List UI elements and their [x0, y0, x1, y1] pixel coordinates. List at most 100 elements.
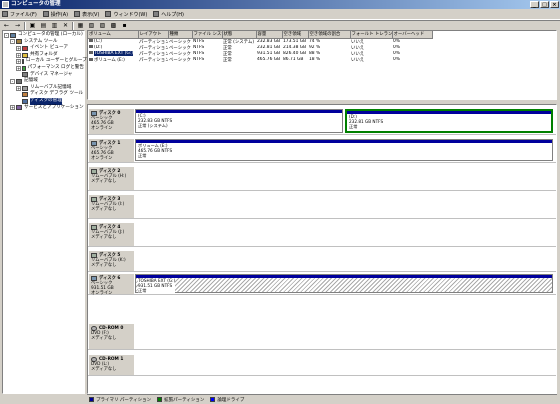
volume-cell-text: いいえ	[351, 51, 365, 57]
disk-info[interactable]: CD-ROM 0 DVD (F:) メディアなし	[89, 324, 134, 349]
volume-cell-text: 0%	[393, 45, 400, 50]
partition-block[interactable]: TOSHIBA EXT (G:) 931.51 GB NTFS 正常	[135, 274, 553, 294]
volume-cell-text: いいえ	[351, 57, 365, 63]
tree-node-7[interactable]: - 記憶域	[3, 78, 84, 85]
menu-item-label: ヘルプ(H)	[161, 11, 184, 18]
legend-label: 拡張パーティション	[164, 397, 205, 403]
tree-node-label: ディスクの管理	[30, 97, 62, 105]
toolbar-button-0[interactable]: ←	[2, 22, 11, 30]
close-button[interactable]: ×	[550, 1, 559, 8]
volume-cell-text: パーティション	[139, 57, 168, 63]
expand-toggle[interactable]: -	[10, 78, 15, 84]
legend-item: 論理ドライブ	[210, 397, 244, 403]
volume-cell: 正常 (システム)	[222, 38, 256, 45]
partition-block[interactable]: (D:) 232.81 GB NTFS 正常	[345, 109, 553, 133]
toolbar-button-1[interactable]: →	[13, 22, 22, 30]
disk-info[interactable]: CD-ROM 1 DVD (L:) メディアなし	[89, 355, 134, 375]
users-icon	[22, 59, 24, 65]
column-header[interactable]: 容量	[256, 31, 283, 39]
toolbar-button-5[interactable]: ✕	[61, 22, 70, 30]
volume-cell: ベーシック	[168, 38, 192, 45]
expand-toggle[interactable]: -	[10, 39, 15, 45]
volume-cell: いいえ	[350, 57, 392, 63]
disk-status: メディアなし	[91, 336, 117, 341]
disk-info[interactable]: ディスク 5 リムーバブル (K:) メディアなし	[89, 251, 134, 271]
partition-text: (D:) 232.81 GB NTFS 正常	[349, 114, 549, 129]
disk-info[interactable]: ディスク 0 ベーシック 465.76 GB オンライン	[89, 109, 134, 134]
column-header[interactable]: 空き領域の割合	[308, 31, 351, 39]
column-header[interactable]: 種類	[168, 31, 193, 39]
console-tree[interactable]: - コンピュータの管理 (ローカル) - システム ツール + イベント ビューア + 共有フ…	[2, 30, 87, 394]
disk-info[interactable]: ディスク 3 リムーバブル (I:) メディアなし	[89, 195, 134, 218]
volume-cell-text: 正常	[223, 51, 232, 57]
tree-node-4[interactable]: + ローカル ユーザーとグループ	[3, 58, 87, 65]
legend-item: 拡張パーティション	[157, 397, 204, 403]
tree-node-10[interactable]: ディスクの管理	[3, 97, 84, 105]
expand-toggle[interactable]: +	[16, 65, 21, 71]
disk-info[interactable]: ディスク 6 ベーシック 931.51 GB オンライン	[89, 274, 134, 296]
volume-list[interactable]: ボリュームレイアウト種類ファイル システム状態容量空き領域空き領域の割合フォール…	[87, 30, 557, 100]
title-bar: コンピュータの管理 _ □ ×	[0, 0, 560, 9]
disk-map[interactable]: ディスク 0 ベーシック 465.76 GB オンライン (C:) 232.83 GB N…	[87, 104, 557, 394]
column-header[interactable]: 状態	[222, 31, 257, 39]
tree-node-9[interactable]: ディスク デフラグ ツール	[3, 91, 84, 98]
partition-status: 正常	[138, 152, 147, 158]
partition-block[interactable]: ボリューム (E:) 465.76 GB NTFS 正常	[135, 139, 553, 161]
expand-toggle[interactable]: +	[16, 85, 21, 91]
disk-info[interactable]: ディスク 4 リムーバブル (J:) メディアなし	[89, 223, 134, 246]
partition-text: ボリューム (E:) 465.76 GB NTFS 正常	[138, 143, 550, 158]
disk-info[interactable]: ディスク 2 リムーバブル (H:) メディアなし	[89, 167, 134, 190]
disk-status: メディアなし	[91, 207, 117, 212]
tree-node-11[interactable]: + サービスとアプリケーション	[3, 105, 84, 112]
partition-type-bar	[347, 111, 551, 114]
toolbar-button-3[interactable]: ▤	[39, 22, 48, 30]
column-header[interactable]: レイアウト	[138, 31, 169, 39]
menu-item-0[interactable]: ファイル(F)	[2, 11, 37, 18]
partition-legend: プライマリ パーティション 拡張パーティション 論理ドライブ	[87, 394, 557, 404]
tree-node-6[interactable]: デバイス マネージャ	[3, 72, 84, 79]
menu-item-2[interactable]: 表示(V)	[74, 11, 99, 18]
column-header[interactable]: 空き領域	[282, 31, 309, 39]
expand-toggle[interactable]: -	[4, 32, 9, 38]
partition-block[interactable]: (C:) 232.83 GB NTFS 正常 (システム)	[135, 109, 343, 133]
volume-cell: 931.51 GB	[256, 51, 282, 57]
volume-cell-text: パーティション	[139, 39, 168, 45]
menu-icon	[153, 11, 160, 17]
volume-row[interactable]: ボリューム (E:) パーティション ベーシック NTFS 正常 465.76 GB 86.…	[88, 57, 432, 63]
menu-item-1[interactable]: 操作(A)	[42, 11, 68, 18]
disk-row: ディスク 6 ベーシック 931.51 GB オンライン TOSHIBA EXT (G:…	[88, 273, 556, 296]
expand-toggle[interactable]: +	[16, 59, 21, 65]
volume-cell-text: 931.51 GB	[257, 51, 281, 56]
toolbar-button-7[interactable]: ▧	[87, 22, 96, 30]
maximize-button[interactable]: □	[540, 1, 549, 8]
expand-toggle[interactable]: +	[16, 45, 21, 51]
tree-node-5[interactable]: + パフォーマンス ログと警告	[3, 65, 84, 72]
toolbar-button-8[interactable]: ▨	[98, 22, 107, 30]
toolbar-button-2[interactable]: ▣	[28, 22, 37, 30]
tree-node-2[interactable]: + イベント ビューア	[3, 45, 84, 52]
expand-toggle[interactable]: +	[10, 105, 15, 111]
menu-icon	[105, 11, 112, 17]
legend-label: プライマリ パーティション	[96, 397, 152, 403]
minimize-button[interactable]: _	[530, 1, 539, 8]
volume-cell-text: 0%	[393, 51, 400, 56]
disk-info[interactable]: ディスク 1 ベーシック 465.76 GB オンライン	[89, 139, 134, 162]
menu-item-3[interactable]: ウィンドウ(W)	[105, 11, 147, 18]
column-header[interactable]: ボリューム	[88, 31, 139, 39]
column-header[interactable]: ファイル システム	[192, 31, 223, 39]
column-header[interactable]: フォールト トレランス	[350, 31, 393, 39]
toolbar-button-4[interactable]: ▥	[50, 22, 59, 30]
volume-cell-text: 232.81 GB	[257, 45, 281, 50]
volume-cell-text: ベーシック	[169, 45, 191, 51]
tree-node-0[interactable]: - コンピュータの管理 (ローカル)	[3, 32, 84, 39]
volume-cell-text: 86.71 GB	[283, 57, 304, 62]
expand-toggle[interactable]: +	[16, 52, 21, 58]
menu-item-4[interactable]: ヘルプ(H)	[153, 11, 184, 18]
volume-cell-text: パーティション	[139, 45, 168, 51]
column-header[interactable]: オーバーヘッド	[392, 31, 433, 39]
toolbar-button-9[interactable]: ▩	[109, 22, 118, 30]
disk-row: CD-ROM 0 DVD (F:) メディアなし	[88, 323, 556, 350]
toolbar-button-6[interactable]: ▦	[76, 22, 85, 30]
disk-status: オンライン	[91, 156, 113, 161]
toolbar-button-10[interactable]: ▪	[120, 22, 129, 30]
